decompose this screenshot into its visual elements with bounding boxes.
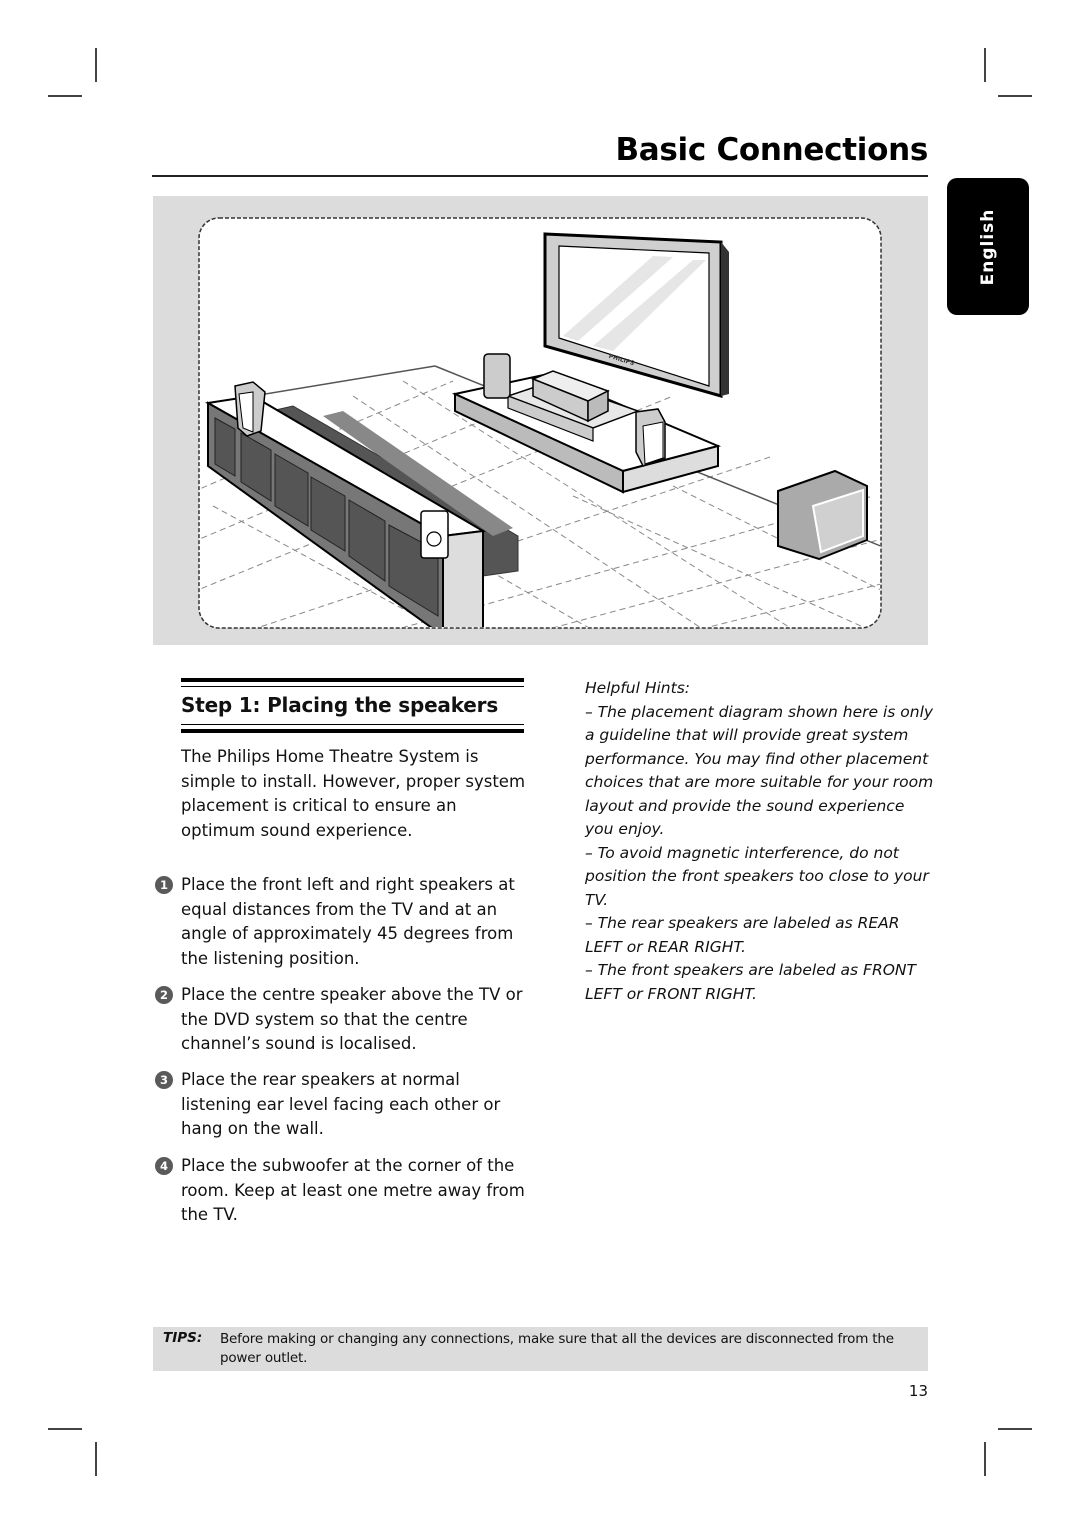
hint-item: – The rear speakers are labeled as REAR … [585, 914, 900, 956]
tips-bar: TIPS: Before making or changing any conn… [153, 1327, 928, 1371]
step-text: Place the front left and right speakers … [181, 875, 515, 968]
crop-mark [998, 1428, 1032, 1430]
step-number-badge: 3 [155, 1071, 173, 1089]
step-item: 2 Place the centre speaker above the TV … [155, 983, 530, 1057]
heading-rule-bottom [181, 724, 524, 733]
title-rule [152, 175, 928, 177]
step-number-badge: 4 [155, 1157, 173, 1175]
step-item: 3 Place the rear speakers at normal list… [155, 1068, 530, 1142]
hint-item: – To avoid magnetic interference, do not… [585, 843, 929, 909]
crop-mark [984, 1442, 986, 1476]
step-list: 4 Place the subwoofer at the corner of t… [155, 1154, 530, 1228]
helpful-hints: Helpful Hints: – The placement diagram s… [585, 677, 935, 1006]
step-list: 2 Place the centre speaker above the TV … [155, 983, 530, 1057]
hints-title: Helpful Hints: [585, 679, 691, 697]
step-text: Place the centre speaker above the TV or… [181, 985, 523, 1053]
rear-left-speaker [420, 510, 449, 559]
crop-mark [998, 95, 1032, 97]
page-number: 13 [908, 1382, 928, 1400]
crop-mark [984, 48, 986, 82]
step-number-badge: 2 [155, 986, 173, 1004]
step-item: 1 Place the front left and right speaker… [155, 873, 530, 971]
crop-mark [95, 48, 97, 82]
intro-paragraph: The Philips Home Theatre System is simpl… [181, 747, 526, 840]
front-right-speaker [635, 408, 666, 467]
front-left-speaker [234, 381, 266, 437]
language-tab: English [947, 178, 1029, 315]
tips-text: Before making or changing any connection… [220, 1331, 894, 1366]
diagram-illustration: PHILIPS [198, 217, 882, 629]
step-number-badge: 1 [155, 876, 173, 894]
language-tab-label: English [978, 208, 998, 285]
step-heading-block: Step 1: Placing the speakers [181, 678, 524, 733]
page-title: Basic Connections [615, 132, 928, 168]
step-text: Place the rear speakers at normal listen… [181, 1070, 501, 1138]
step-item: 4 Place the subwoofer at the corner of t… [155, 1154, 530, 1228]
step-heading: Step 1: Placing the speakers [181, 693, 499, 717]
crop-mark [95, 1442, 97, 1476]
crop-mark [48, 95, 82, 97]
step-text: Place the subwoofer at the corner of the… [181, 1156, 525, 1224]
hint-item: – The placement diagram shown here is on… [585, 702, 934, 839]
crop-mark [48, 1428, 82, 1430]
rear-speaker [483, 353, 511, 399]
step-list: 1 Place the front left and right speaker… [155, 873, 530, 971]
hint-item: – The front speakers are labeled as FRON… [585, 961, 916, 1003]
speaker-placement-diagram: PHILIPS [153, 196, 928, 645]
tips-label: TIPS: [163, 1330, 203, 1346]
heading-rule-top [181, 678, 524, 687]
step-list: 3 Place the rear speakers at normal list… [155, 1068, 530, 1142]
